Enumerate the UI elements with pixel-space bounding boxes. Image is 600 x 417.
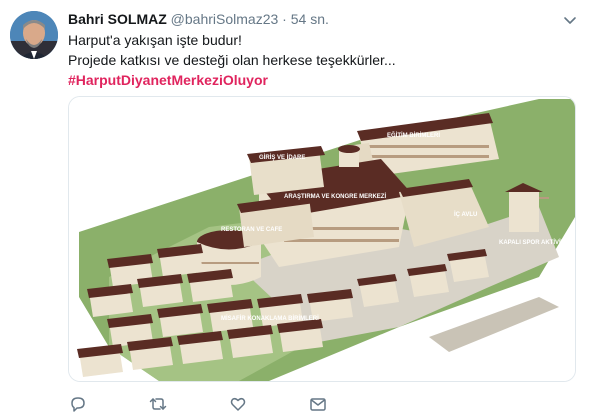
author-handle[interactable]: @bahriSolmaz23 xyxy=(171,11,279,27)
separator-dot: · xyxy=(282,11,287,27)
label-avlu: İÇ AVLU xyxy=(454,211,477,218)
tweet-text-line-2: Projede katkısı ve desteği olan herkese … xyxy=(68,52,396,68)
label-arastirma: ARAŞTIRMA VE KONGRE MERKEZİ xyxy=(284,193,386,200)
label-giris: GİRİŞ VE İDARE xyxy=(259,154,305,161)
author-name[interactable]: Bahri SOLMAZ xyxy=(68,11,167,27)
label-restoran: RESTORAN VE CAFE xyxy=(221,227,282,233)
like-icon[interactable] xyxy=(228,394,248,414)
tweet-header: Bahri SOLMAZ @bahriSolmaz23 · 54 sn. xyxy=(68,10,329,28)
label-konaklama: MİSAFİR KONAKLAMA BİRİMLERİ xyxy=(221,315,319,322)
tweet-text-line-1: Harput'a yakışan işte budur! xyxy=(68,32,242,48)
hashtag-link[interactable]: #HarputDiyanetMerkeziOluyor xyxy=(68,70,268,90)
tweet-actions xyxy=(68,394,468,414)
avatar[interactable] xyxy=(10,11,58,59)
avatar-image xyxy=(10,11,58,59)
timestamp[interactable]: 54 sn. xyxy=(291,11,329,27)
reply-icon[interactable] xyxy=(68,394,88,414)
dm-icon[interactable] xyxy=(308,394,328,414)
building-rendering: EĞİTİM BİRİMLERİ GİRİŞ VE İDARE ARAŞTIRM… xyxy=(69,97,575,381)
tweet[interactable]: Bahri SOLMAZ @bahriSolmaz23 · 54 sn. Har… xyxy=(0,0,600,417)
label-egitim: EĞİTİM BİRİMLERİ xyxy=(387,131,440,139)
chevron-down-icon[interactable] xyxy=(562,12,578,28)
label-spor: KAPALI SPOR AKTİVİTE xyxy=(499,239,568,246)
retweet-icon[interactable] xyxy=(148,394,168,414)
tweet-media[interactable]: EĞİTİM BİRİMLERİ GİRİŞ VE İDARE ARAŞTIRM… xyxy=(68,96,576,382)
